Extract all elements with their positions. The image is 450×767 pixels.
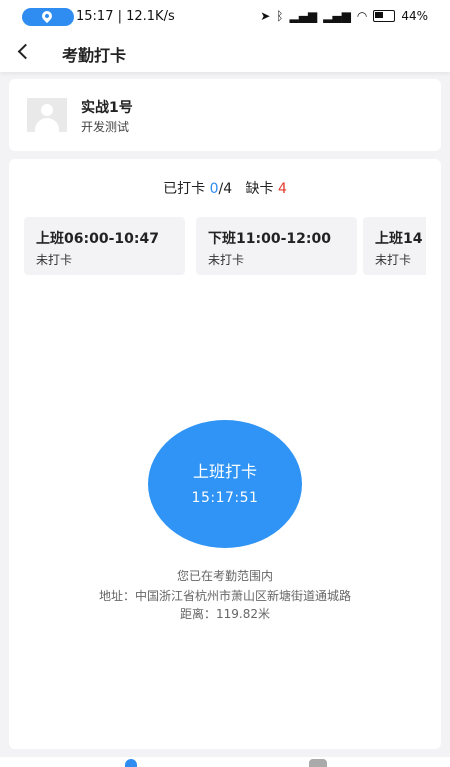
shift-card[interactable]: 下班11:00-12:00 未打卡	[196, 217, 357, 275]
shift-card[interactable]: 上班14 未打卡	[363, 217, 426, 275]
location-pin-icon	[39, 8, 55, 24]
status-bar: 15:17 | 12.1K/s ➤ ᛒ ▂▄▆ ▂▄▆ ◠ 44%	[0, 0, 450, 34]
bluetooth-icon: ᛒ	[276, 9, 284, 23]
status-icons: ➤ ᛒ ▂▄▆ ▂▄▆ ◠ 44%	[260, 9, 428, 23]
punched-total: /4	[218, 181, 233, 197]
punch-button[interactable]: 上班打卡 15:17:51	[148, 420, 302, 548]
range-status: 您已在考勤范围内	[176, 569, 273, 583]
punched-label: 已打卡	[163, 181, 206, 197]
shift-title: 上班14	[375, 231, 423, 247]
punch-summary: 已打卡 0/4 缺卡 4	[9, 178, 441, 198]
tab-stats-icon[interactable]	[309, 759, 327, 767]
user-department: 开发测试	[81, 120, 130, 134]
location-indicator	[22, 8, 74, 26]
user-card: 实战1号 开发测试	[9, 79, 441, 151]
punch-time: 15:17:51	[191, 490, 259, 506]
bottom-tab-bar	[0, 757, 450, 767]
signal-icon: ▂▄▆	[289, 9, 318, 23]
avatar	[27, 98, 67, 132]
battery-icon	[373, 10, 396, 22]
header: 考勤打卡	[0, 34, 450, 72]
tab-punch-icon[interactable]	[125, 759, 137, 767]
signal-icon-2: ▂▄▆	[323, 9, 351, 23]
distance-text: 距离：119.82米	[180, 607, 270, 621]
shift-title: 下班11:00-12:00	[208, 231, 331, 247]
user-name: 实战1号	[81, 100, 133, 116]
address-text: 地址：中国浙江省杭州市萧山区新塘街道通城路	[98, 589, 351, 603]
missing-count: 4	[277, 181, 287, 197]
punch-label: 上班打卡	[192, 462, 257, 481]
back-arrow-icon[interactable]	[14, 40, 36, 62]
shift-title: 上班06:00-10:47	[36, 231, 159, 247]
attendance-card: 已打卡 0/4 缺卡 4 上班06:00-10:47 未打卡 下班11:00-1…	[9, 159, 441, 749]
missing-label: 缺卡	[245, 181, 274, 197]
battery-percent: 44%	[401, 9, 428, 23]
shift-status: 未打卡	[208, 253, 245, 267]
shift-card[interactable]: 上班06:00-10:47 未打卡	[24, 217, 185, 275]
shift-list[interactable]: 上班06:00-10:47 未打卡 下班11:00-12:00 未打卡 上班14…	[24, 217, 426, 277]
punched-count: 0	[209, 181, 219, 197]
avatar-body-icon	[35, 118, 59, 132]
status-time-speed: 15:17 | 12.1K/s	[76, 9, 175, 24]
avatar-head-icon	[41, 104, 53, 116]
navigation-icon: ➤	[260, 9, 271, 23]
shift-status: 未打卡	[36, 253, 73, 267]
page-title: 考勤打卡	[62, 46, 127, 65]
shift-status: 未打卡	[375, 253, 412, 267]
wifi-icon: ◠	[356, 9, 368, 23]
